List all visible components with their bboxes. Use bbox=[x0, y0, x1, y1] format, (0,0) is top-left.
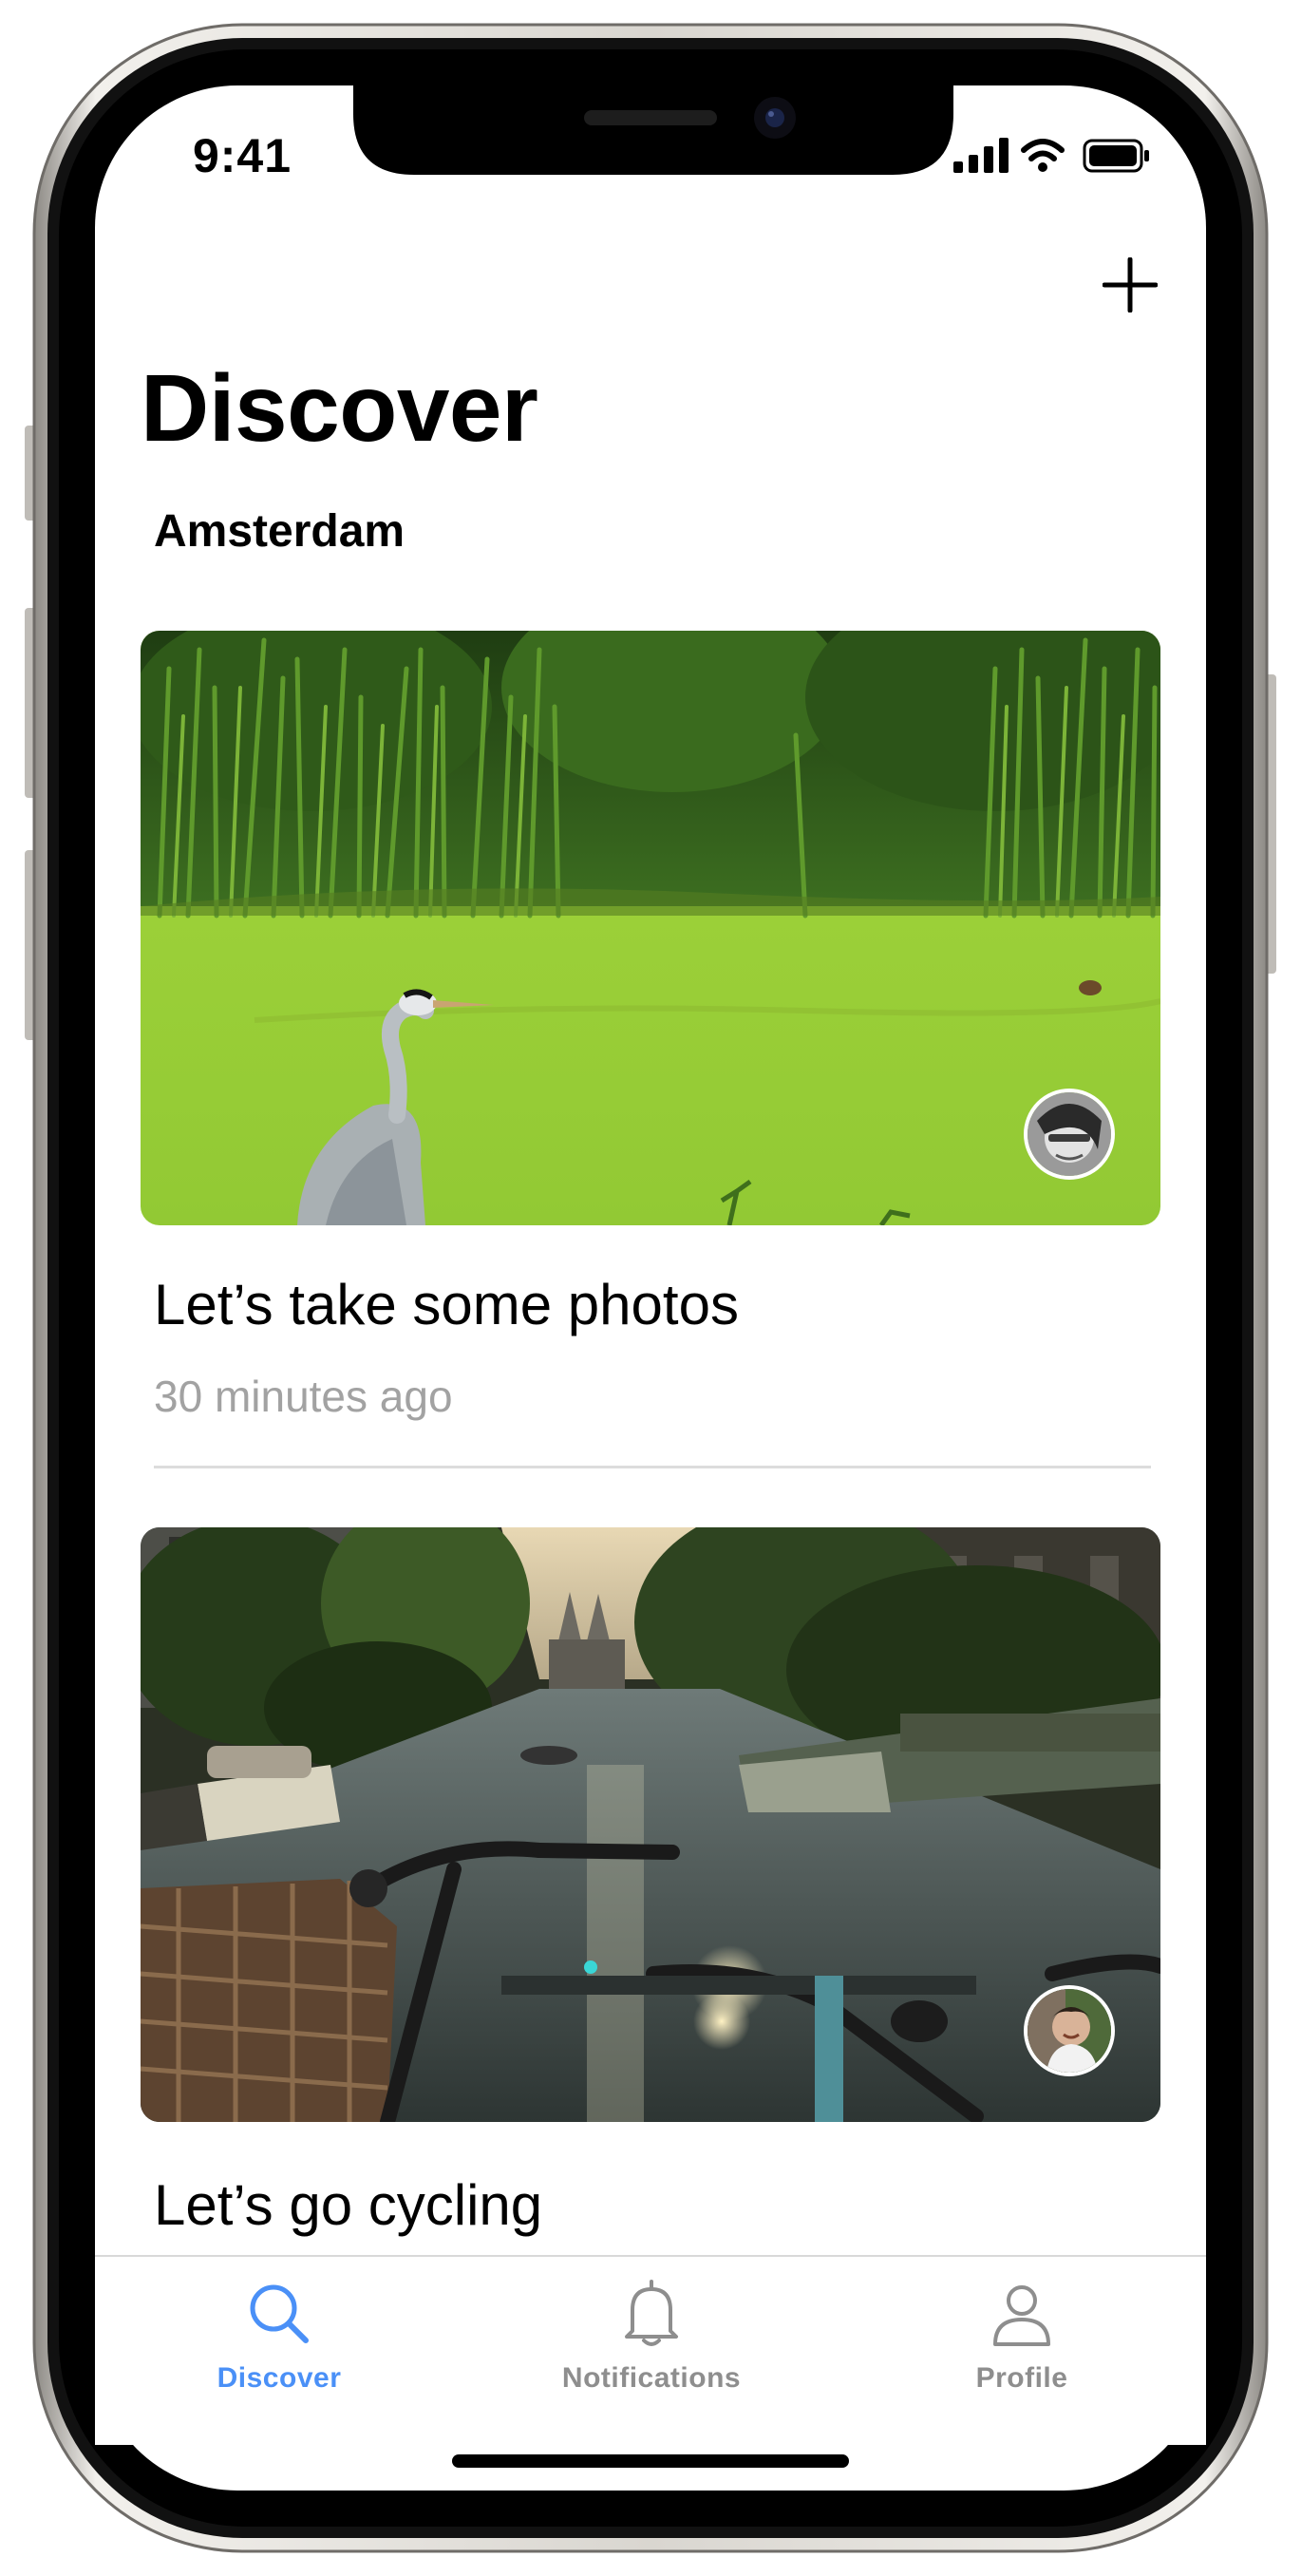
device-frame: 9:41 Discover Amsterdam Let’s take some … bbox=[0, 0, 1301, 2576]
bell-icon bbox=[625, 2280, 678, 2346]
tab-profile[interactable]: Profile bbox=[879, 2278, 1164, 2420]
tab-notifications[interactable]: Notifications bbox=[509, 2278, 794, 2420]
post-time: 30 minutes ago bbox=[154, 1372, 453, 1421]
post-image-heron[interactable] bbox=[141, 631, 1160, 1225]
post-divider bbox=[154, 1466, 1151, 1468]
post-title[interactable]: Let’s take some photos bbox=[154, 1271, 739, 1339]
add-button[interactable] bbox=[1090, 245, 1170, 325]
post-title[interactable]: Let’s go cycling bbox=[154, 2171, 542, 2240]
tab-discover[interactable]: Discover bbox=[137, 2278, 422, 2420]
home-indicator bbox=[452, 2454, 849, 2468]
city-label: Amsterdam bbox=[154, 506, 405, 557]
notch bbox=[353, 85, 953, 175]
page-title: Discover bbox=[141, 355, 538, 462]
person-icon bbox=[993, 2285, 1050, 2346]
tab-label: Profile bbox=[975, 2362, 1068, 2394]
heron-in-duckweed-canal-photo bbox=[141, 631, 1160, 1225]
user-avatar-photo bbox=[1028, 1989, 1111, 2073]
post-image-cycling[interactable] bbox=[141, 1527, 1160, 2122]
tab-label: Notifications bbox=[561, 2362, 742, 2394]
status-time: 9:41 bbox=[192, 129, 292, 182]
search-icon bbox=[250, 2284, 309, 2343]
plus-icon bbox=[1103, 257, 1158, 313]
speaker-grille bbox=[584, 110, 717, 125]
user-avatar-photo bbox=[1028, 1092, 1111, 1176]
author-avatar[interactable] bbox=[1024, 1985, 1115, 2076]
tab-bar: Discover Notifications Profile bbox=[95, 2255, 1206, 2445]
author-avatar[interactable] bbox=[1024, 1089, 1115, 1180]
tab-label: Discover bbox=[217, 2362, 342, 2394]
bicycles-on-canal-bridge-photo bbox=[141, 1527, 1160, 2122]
